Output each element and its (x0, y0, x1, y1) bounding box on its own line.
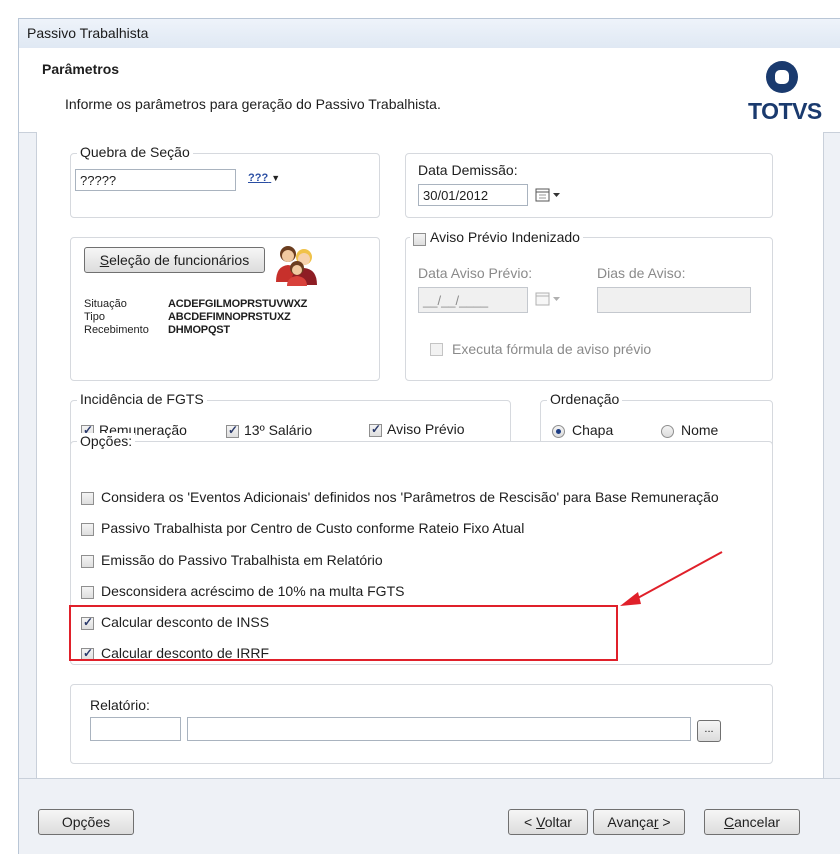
window-title: Passivo Trabalhista (27, 25, 149, 41)
quebra-secao-dropdown[interactable]: ??? ▼ (248, 172, 280, 184)
opcao-emissao-relatorio-checkbox[interactable] (81, 555, 94, 568)
tipo-key: Tipo (84, 311, 105, 323)
formula-aviso-label: Executa fórmula de aviso prévio (452, 341, 652, 357)
ordenacao-nome-radio[interactable] (661, 425, 674, 438)
dialog-window: Passivo Trabalhista Parâmetros Informe o… (0, 0, 840, 854)
aviso-checkbox[interactable] (413, 233, 426, 246)
page-title: Parâmetros (42, 61, 120, 77)
quebra-secao-dropdown-label: ??? (248, 172, 269, 184)
data-demissao-input[interactable]: 30/01/2012 (418, 184, 528, 206)
wizard-header: Parâmetros Informe os parâmetros para ge… (19, 48, 840, 133)
fgts-aviso-previo-checkbox[interactable] (369, 422, 382, 437)
chevron-down-icon: ▼ (271, 173, 281, 183)
cancelar-mnemonic: C (723, 814, 735, 830)
opcao-eventos-adicionais-checkbox[interactable] (81, 492, 94, 505)
totvs-logo: TOTVS (748, 58, 822, 128)
opcao-centro-custo-label: Passivo Trabalhista por Centro de Custo … (101, 520, 525, 536)
aviso-legend-label: Aviso Prévio Indenizado (430, 229, 580, 245)
calendar-icon[interactable] (532, 186, 566, 204)
voltar-mnemonic: V (536, 814, 545, 830)
ordenacao-legend: Ordenação (547, 391, 623, 407)
cancelar-label: ancelar (734, 814, 781, 830)
recebimento-key: Recebimento (84, 324, 149, 336)
situacao-value: ACDEFGILMOPRSTUVWXZ (168, 298, 308, 310)
relatorio-code-input[interactable] (90, 717, 181, 741)
logo-text: TOTVS (748, 98, 822, 124)
data-aviso-label: Data Aviso Prévio: (418, 265, 533, 281)
cancelar-button[interactable]: Cancelar (704, 809, 800, 835)
avancar-button[interactable]: Avançar > (593, 809, 685, 835)
annotation-arrow (620, 551, 723, 606)
avancar-prefix: Avança (607, 814, 654, 830)
page-description: Informe os parâmetros para geração do Pa… (65, 96, 441, 112)
formula-aviso-checkbox[interactable] (430, 343, 443, 356)
quebra-secao-legend: Quebra de Seção (77, 144, 193, 160)
voltar-button[interactable]: < Voltar (508, 809, 588, 835)
data-demissao-label: Data Demissão: (418, 162, 518, 178)
relatorio-name-input[interactable] (187, 717, 691, 741)
ordenacao-chapa-label: Chapa (572, 422, 614, 438)
ordenacao-nome-label: Nome (681, 422, 719, 438)
avancar-label: > (658, 814, 671, 830)
dias-aviso-label: Dias de Aviso: (597, 265, 686, 281)
fgts-13-salario-label: 13º Salário (244, 422, 313, 438)
relatorio-label: Relatório: (90, 697, 150, 713)
situacao-key: Situação (84, 298, 127, 310)
footer-separator (19, 778, 840, 779)
fgts-13-salario-checkbox[interactable] (226, 423, 239, 438)
aviso-legend[interactable]: Aviso Prévio Indenizado (410, 229, 583, 245)
dias-aviso-input[interactable] (597, 287, 751, 313)
calendar-icon[interactable] (532, 290, 566, 308)
opcao-desconsidera-acrescimo-checkbox[interactable] (81, 586, 94, 599)
fgts-aviso-previo-label: Aviso Prévio (387, 421, 465, 437)
opcoes-button[interactable]: Opções (38, 809, 134, 835)
opcoes-legend: Opções: (77, 433, 136, 449)
voltar-label: oltar (544, 814, 572, 830)
selecao-button-label: eleção de funcionários (109, 252, 250, 268)
relatorio-browse-button[interactable]: ... (697, 720, 721, 742)
data-aviso-input[interactable]: __/__/____ (418, 287, 528, 313)
quebra-secao-input[interactable]: ????? (75, 169, 236, 191)
selecao-funcionarios-button[interactable]: Seleção de funcionários (84, 247, 265, 273)
opcao-centro-custo-checkbox[interactable] (81, 523, 94, 536)
ordenacao-chapa-radio[interactable] (552, 425, 565, 438)
opcao-eventos-adicionais-label: Considera os 'Eventos Adicionais' defini… (101, 489, 719, 505)
opcao-emissao-relatorio-label: Emissão do Passivo Trabalhista em Relató… (101, 552, 383, 568)
title-bar: Passivo Trabalhista (18, 18, 840, 49)
tipo-value: ABCDEFIMNOPRSTUXZ (168, 311, 291, 323)
voltar-prefix: < (524, 814, 537, 830)
recebimento-value: DHMOPQST (168, 324, 230, 336)
selecao-button-mnemonic: S (99, 252, 110, 268)
opcao-desconsidera-acrescimo-label: Desconsidera acréscimo de 10% na multa F… (101, 583, 405, 599)
highlight-box (69, 605, 618, 661)
users-icon (274, 244, 320, 286)
fgts-legend: Incidência de FGTS (77, 391, 207, 407)
